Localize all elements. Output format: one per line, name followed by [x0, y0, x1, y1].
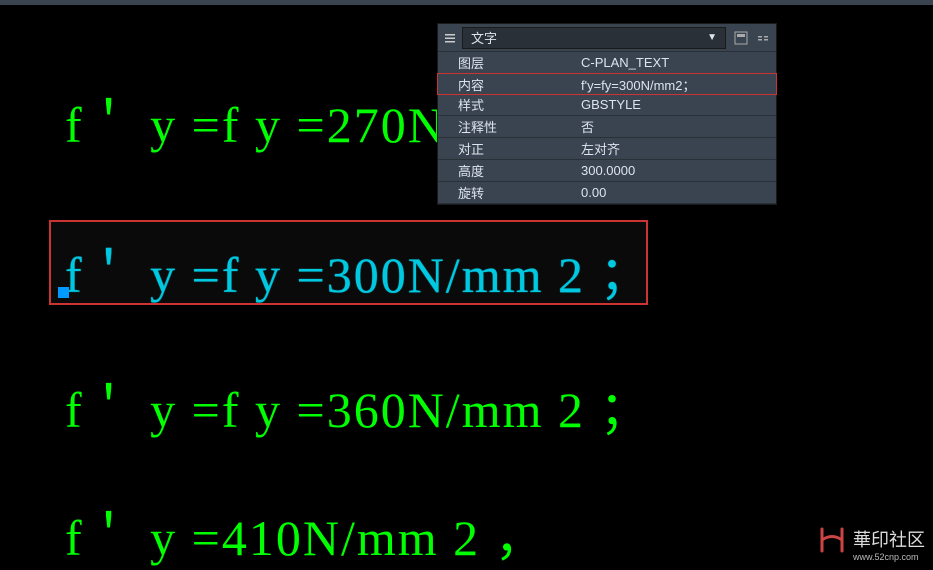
prop-row-annotative[interactable]: 注释性 否 — [438, 116, 776, 138]
panel-object-type-dropdown[interactable]: 文字 ▼ — [462, 27, 726, 49]
prop-row-layer[interactable]: 图层 C-PLAN_TEXT — [438, 52, 776, 74]
prop-row-justify[interactable]: 对正 左对齐 — [438, 138, 776, 160]
properties-table: 图层 C-PLAN_TEXT 内容 f'y=fy=300N/mm2； 样式 GB… — [438, 52, 776, 204]
watermark-url: www.52cnp.com — [853, 552, 919, 562]
prop-label: 图层 — [438, 53, 573, 72]
prop-label: 旋转 — [438, 183, 573, 202]
prop-value: f'y=fy=300N/mm2； — [573, 75, 776, 94]
prop-row-content[interactable]: 内容 f'y=fy=300N/mm2； — [437, 73, 777, 95]
selection-grip[interactable] — [58, 287, 69, 298]
cad-text-line-3[interactable]: f＇ y =f y =360N/mm 2 ； — [65, 370, 651, 442]
prop-label: 注释性 — [438, 117, 573, 136]
cad-text-line-1[interactable]: f＇ y =f y =270N — [65, 85, 446, 157]
prop-row-style[interactable]: 样式 GBSTYLE — [438, 94, 776, 116]
watermark: 華印社区 www.52cnp.com — [817, 526, 925, 562]
prop-row-rotation[interactable]: 旋转 0.00 — [438, 182, 776, 204]
cad-text-line-4[interactable]: f＇ y =410N/mm 2 ， — [65, 498, 547, 570]
cad-text-line-2-selected[interactable]: f＇ y =f y =300N/mm 2 ； — [65, 235, 651, 307]
panel-title-text: 文字 — [471, 28, 497, 47]
prop-value: GBSTYLE — [573, 97, 776, 112]
prop-label: 对正 — [438, 139, 573, 158]
prop-value: 0.00 — [573, 185, 776, 200]
window-border — [0, 0, 933, 5]
panel-toolbar-icons — [732, 29, 772, 47]
panel-options-icon[interactable] — [754, 29, 772, 47]
properties-panel: 文字 ▼ 图层 C-PLAN_TEXT 内容 f'y=fy=300N/mm2； … — [437, 23, 777, 205]
prop-label: 高度 — [438, 161, 573, 180]
watermark-title: 華印社区 — [853, 526, 925, 552]
prop-row-height[interactable]: 高度 300.0000 — [438, 160, 776, 182]
quick-select-icon[interactable] — [732, 29, 750, 47]
panel-menu-icon[interactable] — [442, 30, 458, 46]
watermark-logo-icon — [817, 527, 847, 561]
prop-value: 左对齐 — [573, 139, 776, 158]
prop-label: 样式 — [438, 95, 573, 114]
panel-header: 文字 ▼ — [438, 24, 776, 52]
dropdown-arrow-icon: ▼ — [707, 32, 717, 43]
prop-label: 内容 — [438, 75, 573, 94]
prop-value: C-PLAN_TEXT — [573, 55, 776, 70]
prop-value: 否 — [573, 117, 776, 136]
watermark-text: 華印社区 www.52cnp.com — [853, 526, 925, 562]
prop-value: 300.0000 — [573, 163, 776, 178]
